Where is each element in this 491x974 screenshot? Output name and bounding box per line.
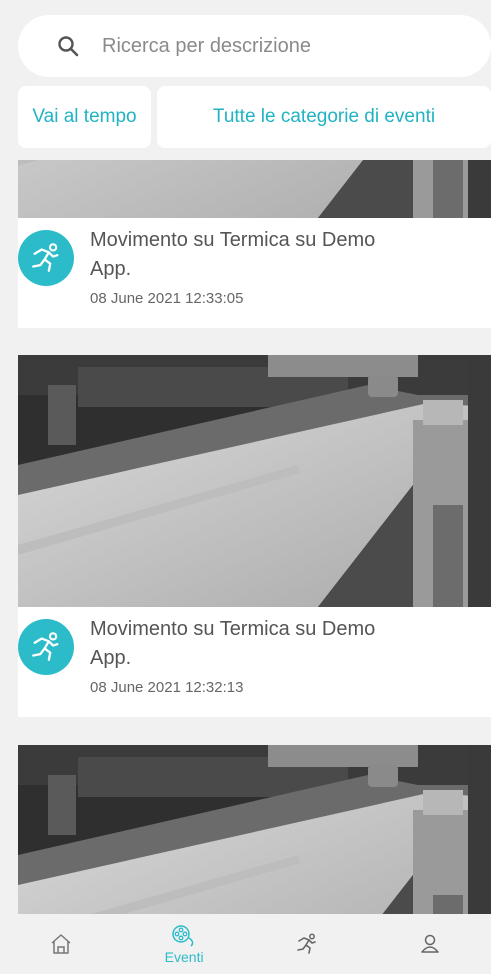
nav-home[interactable] bbox=[0, 914, 123, 974]
user-icon bbox=[420, 934, 439, 953]
go-to-time-button[interactable]: Vai al tempo bbox=[18, 86, 151, 148]
event-thumbnail[interactable] bbox=[18, 355, 491, 607]
event-card[interactable]: Movimento su Termica su Demo App. 08 Jun… bbox=[18, 355, 491, 717]
search-bar[interactable] bbox=[18, 15, 491, 77]
film-reel-icon bbox=[172, 924, 194, 947]
event-title: Movimento su Termica su Demo App. bbox=[90, 229, 376, 280]
event-timestamp: 08 June 2021 12:33:05 bbox=[90, 290, 244, 307]
home-icon bbox=[51, 934, 71, 954]
filter-header: Vai al tempo Tutte le categorie di event… bbox=[0, 0, 491, 160]
nav-motion[interactable] bbox=[246, 914, 369, 974]
motion-icon bbox=[18, 230, 74, 286]
event-title: Movimento su Termica su Demo App. bbox=[90, 618, 376, 669]
nav-account[interactable] bbox=[368, 914, 491, 974]
motion-icon bbox=[295, 932, 319, 956]
search-input[interactable] bbox=[102, 34, 462, 58]
nav-events-label: Eventi bbox=[164, 948, 204, 965]
event-timestamp: 08 June 2021 12:32:13 bbox=[90, 679, 244, 696]
event-category-button[interactable]: Tutte le categorie di eventi bbox=[157, 86, 491, 148]
bottom-nav: Eventi bbox=[0, 914, 491, 974]
event-thumbnail[interactable] bbox=[18, 745, 491, 914]
nav-events[interactable]: Eventi bbox=[123, 914, 246, 974]
search-icon bbox=[58, 36, 79, 57]
event-card[interactable] bbox=[18, 745, 491, 914]
motion-icon bbox=[18, 619, 74, 675]
